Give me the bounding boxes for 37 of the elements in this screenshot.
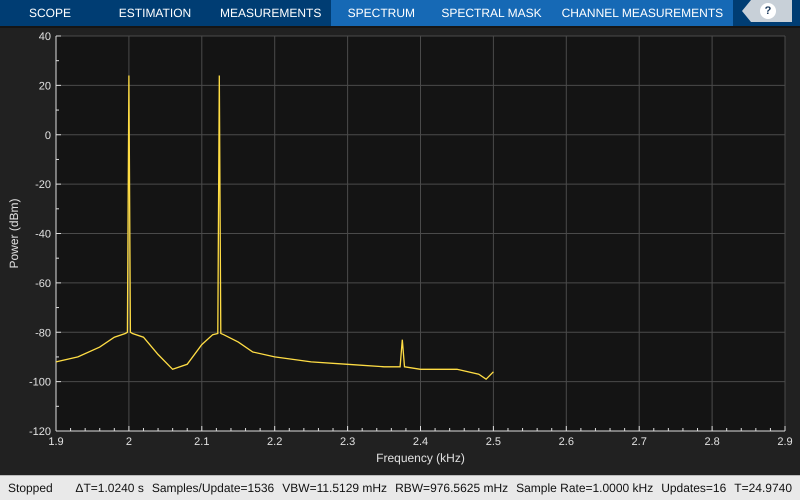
toolstrip-tab[interactable]: SPECTRUM — [331, 0, 432, 26]
y-tick-label: 20 — [38, 80, 51, 92]
x-tick-label: 2.4 — [412, 436, 428, 448]
status-field: ΔT=1.0240 s — [75, 479, 144, 497]
status-text: Stopped — [8, 480, 53, 497]
status-field: Sample Rate=1.0000 kHz — [516, 479, 654, 497]
x-tick-label: 2.1 — [194, 436, 210, 448]
x-tick-label: 2.5 — [486, 436, 502, 448]
y-tick-label: -40 — [35, 228, 51, 240]
x-tick-label: 2.8 — [704, 436, 720, 448]
y-tick-label: -60 — [35, 278, 51, 290]
y-tick-label: -20 — [35, 179, 51, 192]
x-tick-label: 2.9 — [777, 436, 793, 448]
x-tick-label: 2.7 — [632, 436, 647, 448]
toolstrip-tab[interactable]: MEASUREMENTS — [210, 0, 332, 26]
x-tick-label: 2.2 — [267, 436, 282, 448]
toolstrip-tab[interactable]: ESTIMATION — [100, 0, 210, 26]
x-axis-label: Frequency (kHz) — [376, 451, 465, 465]
toolstrip-tab[interactable]: SCOPE — [0, 0, 100, 26]
x-tick-label: 2.3 — [340, 436, 356, 448]
status-field: Updates=16 — [661, 479, 726, 497]
y-tick-label: 0 — [44, 130, 51, 142]
status-field: VBW=11.5129 mHz — [282, 479, 388, 497]
help-button[interactable]: ? — [742, 0, 792, 22]
toolstrip-tab[interactable]: SPECTRAL MASK — [431, 0, 552, 26]
y-axis-label: Power (dBm) — [7, 198, 21, 268]
y-tick-label: 40 — [38, 31, 51, 43]
status-field: T=24.9740 — [734, 479, 792, 497]
y-tick-label: -120 — [28, 426, 51, 438]
y-tick-label: -100 — [28, 376, 51, 389]
y-tick-label: -80 — [35, 327, 51, 340]
toolstrip-tab[interactable]: CHANNEL MEASUREMENTS — [552, 0, 734, 26]
status-field: Samples/Update=1536 — [152, 479, 274, 497]
x-tick-label: 2.6 — [558, 436, 574, 448]
status-field: RBW=976.5625 mHz — [395, 479, 508, 497]
x-tick-label: 1.9 — [48, 436, 64, 448]
x-tick-label: 2 — [126, 436, 132, 448]
